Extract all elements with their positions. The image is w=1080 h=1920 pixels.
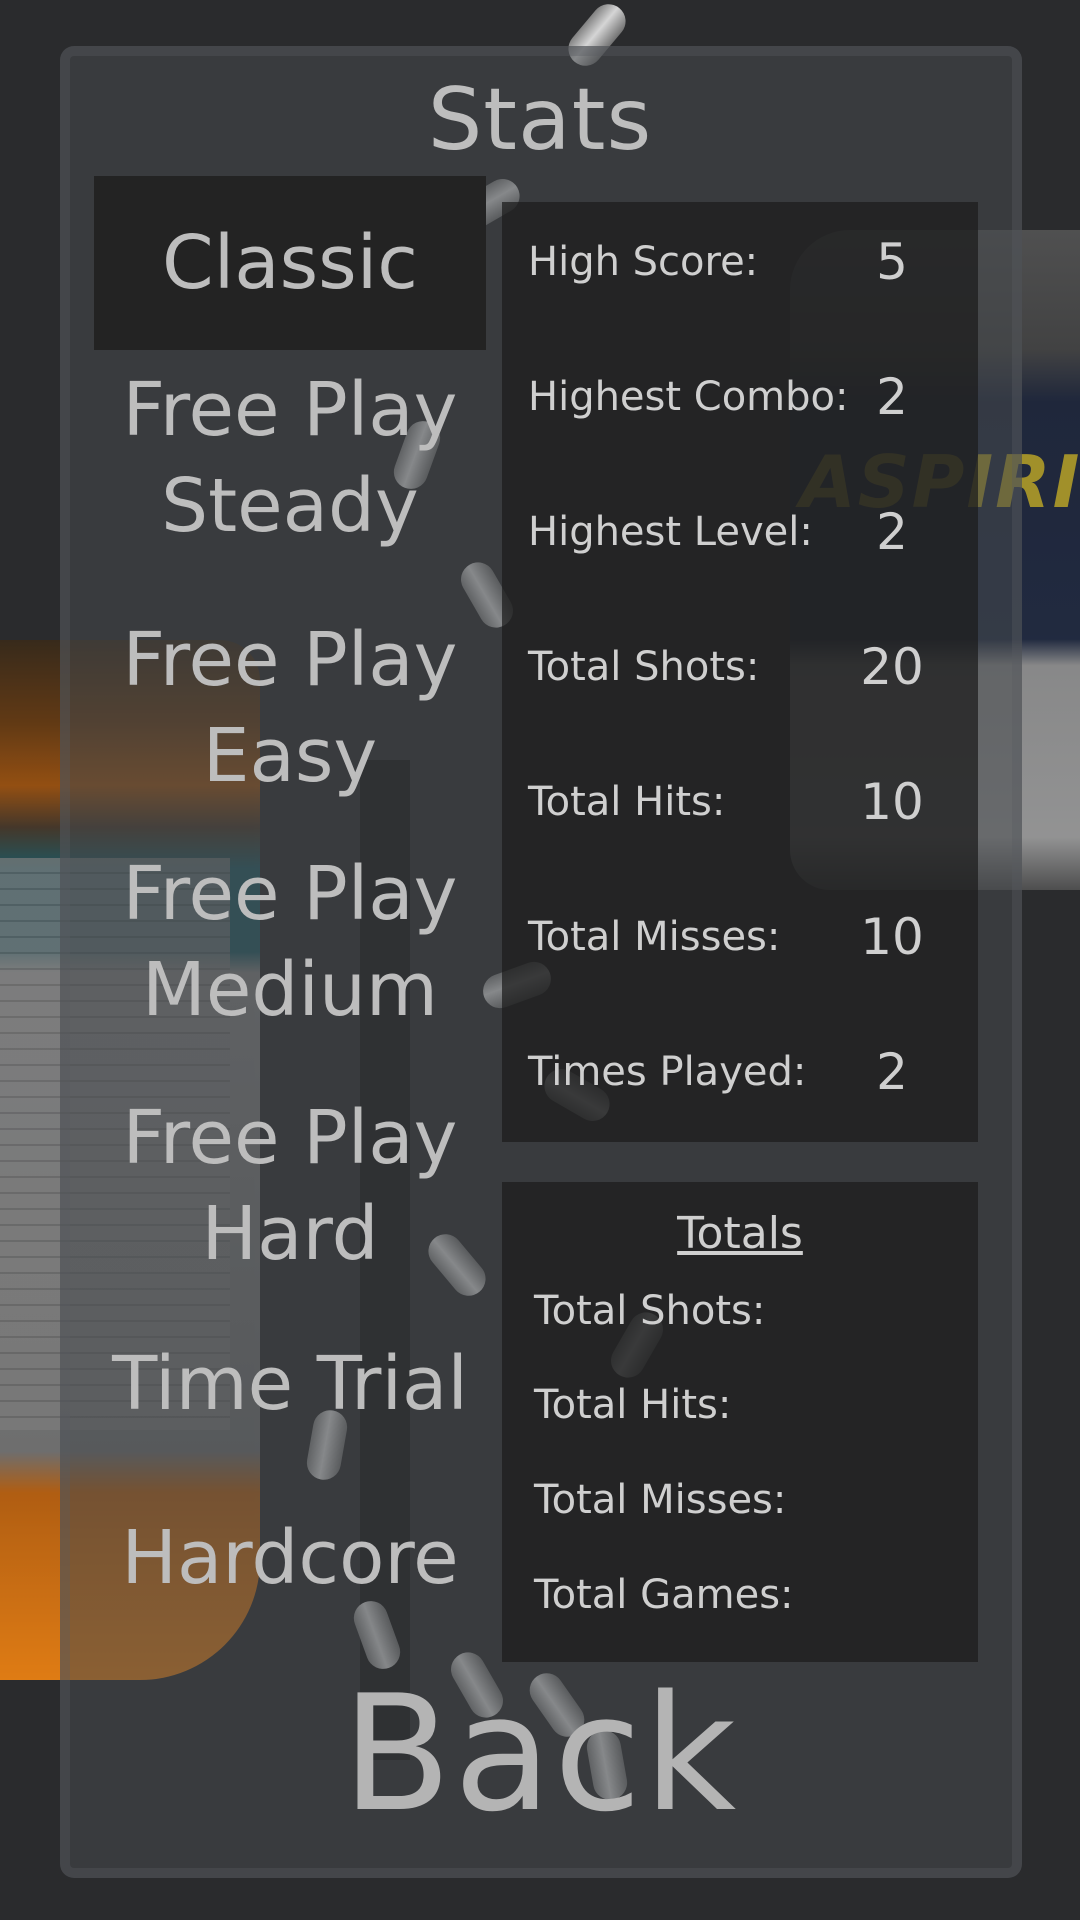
stat-label: Total Shots:: [528, 644, 760, 690]
stat-label: Total Misses:: [528, 914, 781, 960]
stat-value: 2: [876, 368, 908, 426]
page-title: Stats: [427, 70, 653, 170]
stat-label: Highest Level:: [528, 509, 813, 555]
mode-hardcore[interactable]: Hardcore: [94, 1510, 486, 1606]
mode-free-play-steady[interactable]: Free Play Steady: [94, 362, 486, 554]
mode-time-trial[interactable]: Time Trial: [94, 1336, 486, 1432]
stat-label: Total Hits:: [528, 779, 726, 825]
stat-row-times-played: Times Played: 2: [502, 1042, 978, 1102]
stat-row-total-misses: Total Misses: 10: [502, 907, 978, 967]
stat-row-highest-combo: Highest Combo: 2: [502, 367, 978, 427]
mode-free-play-hard[interactable]: Free Play Hard: [94, 1090, 486, 1282]
stat-row-total-hits: Total Hits: 10: [502, 772, 978, 832]
total-shots-label: Total Shots:: [534, 1288, 766, 1334]
stat-value: 10: [860, 908, 924, 966]
stat-row-highest-level: Highest Level: 2: [502, 502, 978, 562]
stat-value: 20: [860, 638, 924, 696]
stat-label: Times Played:: [528, 1049, 807, 1095]
back-button[interactable]: Back: [0, 1660, 1080, 1847]
mode-free-play-medium[interactable]: Free Play Medium: [94, 846, 486, 1038]
stat-value: 5: [876, 233, 908, 291]
mode-stats-box: High Score: 5 Highest Combo: 2 Highest L…: [502, 202, 978, 1142]
mode-classic[interactable]: Classic: [94, 176, 486, 350]
mode-free-play-easy[interactable]: Free Play Easy: [94, 612, 486, 804]
stat-row-total-shots: Total Shots: 20: [502, 637, 978, 697]
stat-label: Highest Combo:: [528, 374, 849, 420]
totals-title: Totals: [677, 1208, 803, 1259]
totals-box: Totals Total Shots: Total Hits: Total Mi…: [502, 1182, 978, 1662]
total-games-label: Total Games:: [534, 1572, 794, 1618]
stat-value: 2: [876, 1043, 908, 1101]
stat-label: High Score:: [528, 239, 759, 285]
total-hits-label: Total Hits:: [534, 1382, 732, 1428]
stat-value: 10: [860, 773, 924, 831]
stat-row-high-score: High Score: 5: [502, 232, 978, 292]
stat-value: 2: [876, 503, 908, 561]
total-misses-label: Total Misses:: [534, 1477, 787, 1523]
